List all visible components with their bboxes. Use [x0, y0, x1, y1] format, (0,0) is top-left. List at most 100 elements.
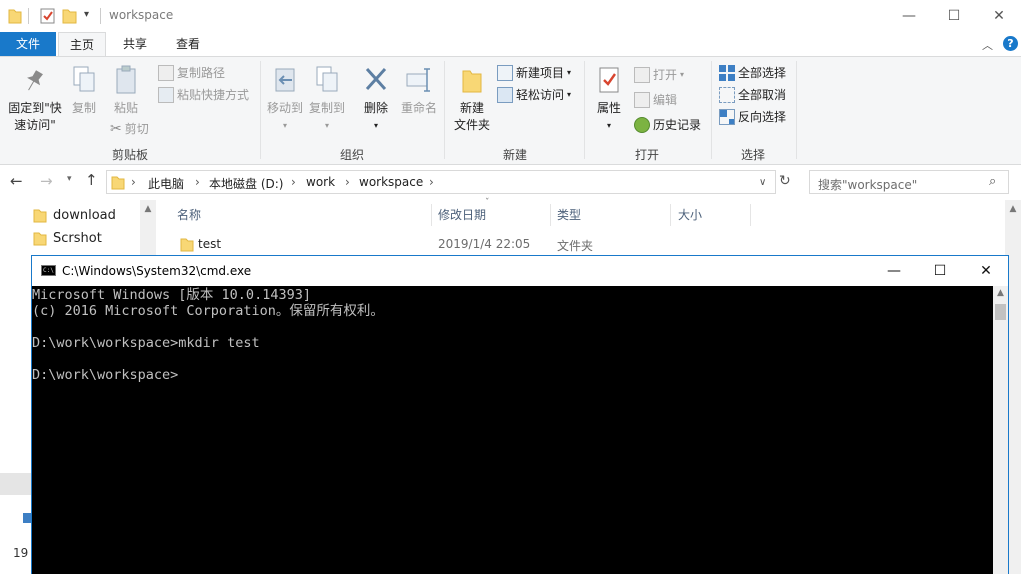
table-row[interactable]: test 2019/1/4 22:05 文件夹 — [177, 234, 777, 254]
console-scrollbar[interactable]: ▲ — [993, 286, 1008, 574]
delete-button[interactable]: 删除 ▾ — [358, 65, 394, 134]
up-arrow-icon[interactable]: ↑ — [85, 171, 98, 189]
nav-selected-row[interactable] — [0, 473, 31, 495]
scroll-up-icon[interactable]: ▲ — [1005, 204, 1021, 214]
properties-button[interactable]: 属性 ▾ — [590, 65, 628, 134]
column-separator[interactable] — [550, 204, 551, 226]
invert-selection-button[interactable]: 反向选择 — [719, 107, 786, 127]
edit-button[interactable]: 编辑 — [634, 90, 677, 110]
pin-label-line2: 速访问" — [14, 118, 56, 132]
nav-item-scrshot[interactable]: Scrshot — [33, 228, 102, 248]
delete-x-icon — [365, 67, 387, 91]
edit-icon — [634, 92, 650, 108]
new-folder-label-line1: 新建 — [459, 101, 484, 115]
new-item-icon — [497, 65, 513, 81]
group-label-organize: 组织 — [339, 148, 364, 162]
breadcrumb-separator-icon[interactable]: › — [345, 175, 350, 189]
help-icon[interactable]: ? — [1003, 36, 1018, 51]
scroll-up-icon[interactable]: ▲ — [140, 204, 156, 214]
address-bar[interactable]: › 此电脑 › 本地磁盘 (D:) › work › workspace › ∨ — [106, 170, 776, 194]
copy-label: 复制 — [71, 101, 96, 115]
breadcrumb-work[interactable]: work — [306, 175, 335, 189]
ribbon-collapse-chevron-icon[interactable]: ︿ — [982, 37, 993, 53]
paste-button[interactable]: 粘贴 — [108, 65, 144, 117]
forward-arrow-icon[interactable]: → — [40, 172, 53, 190]
breadcrumb-separator-icon[interactable]: › — [429, 175, 434, 189]
select-all-button[interactable]: 全部选择 — [719, 63, 786, 83]
cut-button[interactable]: ✂ 剪切 — [110, 119, 149, 139]
breadcrumb-drive-d[interactable]: 本地磁盘 (D:) — [209, 175, 283, 192]
breadcrumb-separator-icon[interactable]: › — [195, 175, 200, 189]
close-button[interactable]: ✕ — [976, 0, 1021, 32]
ribbon-tabs: 文件 主页 共享 查看 ︿ ? — [0, 32, 1021, 57]
cmd-minimize-button[interactable]: — — [871, 256, 917, 286]
edit-label: 编辑 — [653, 93, 678, 107]
scroll-up-icon[interactable]: ▲ — [993, 288, 1008, 298]
qat-customize-icon[interactable]: ▾ — [84, 9, 89, 20]
column-header-modified[interactable]: 修改日期 — [438, 206, 486, 223]
rename-button[interactable]: 重命名 — [398, 65, 440, 117]
breadcrumb-separator-icon[interactable]: › — [291, 175, 296, 189]
recent-locations-chevron-icon[interactable]: ▾ — [67, 174, 72, 184]
open-button[interactable]: 打开 ▾ — [634, 65, 684, 85]
navigation-bar: ← → ▾ ↑ › 此电脑 › 本地磁盘 (D:) › work › works… — [0, 166, 1021, 199]
breadcrumb-this-pc[interactable]: 此电脑 — [148, 175, 184, 192]
column-header-size[interactable]: 大小 — [678, 206, 702, 223]
properties-checkmark-icon[interactable] — [40, 7, 56, 25]
cmd-maximize-button[interactable]: ☐ — [917, 256, 963, 286]
copy-to-dropdown-icon: ▾ — [324, 121, 329, 130]
refresh-icon[interactable]: ↻ — [779, 173, 791, 189]
column-separator[interactable] — [750, 204, 751, 226]
breadcrumb-separator-icon[interactable]: › — [131, 175, 136, 189]
ribbon-home: 固定到"快 速访问" 复制 粘贴 复制路径 粘贴快捷方式 ✂ 剪切 剪贴板 移动… — [0, 56, 1021, 165]
move-to-icon — [275, 68, 295, 92]
properties-icon — [599, 67, 619, 93]
nav-scrollbar[interactable]: ▲ — [140, 200, 156, 260]
invert-selection-label: 反向选择 — [738, 110, 787, 124]
breadcrumb-workspace[interactable]: workspace — [359, 175, 423, 189]
new-folder-button[interactable]: 新建 文件夹 — [450, 65, 494, 134]
rename-icon — [406, 68, 430, 92]
column-header-type[interactable]: 类型 — [557, 206, 581, 223]
new-folder-qat-icon[interactable] — [62, 7, 78, 25]
search-box[interactable]: 搜索"workspace" ⌕ — [809, 170, 1009, 194]
console-line: D:\work\workspace>mkdir test — [32, 335, 260, 351]
tab-share[interactable]: 共享 — [111, 32, 159, 56]
select-none-icon — [719, 87, 735, 103]
search-icon[interactable]: ⌕ — [989, 174, 996, 189]
file-modified: 2019/1/4 22:05 — [438, 237, 531, 251]
pin-icon — [27, 70, 43, 91]
column-separator[interactable] — [431, 204, 432, 226]
move-to-button[interactable]: 移动到 ▾ — [264, 65, 306, 134]
paste-shortcut-icon — [158, 87, 174, 103]
console-line: Microsoft Windows [版本 10.0.14393] — [32, 287, 311, 303]
copy-button[interactable]: 复制 — [68, 65, 100, 117]
nav-item-download[interactable]: download — [33, 205, 116, 225]
address-dropdown-icon[interactable]: ∨ — [759, 177, 766, 188]
copy-path-label: 复制路径 — [177, 66, 226, 80]
history-button[interactable]: 历史记录 — [634, 115, 701, 135]
maximize-button[interactable]: ☐ — [931, 0, 977, 32]
scissors-icon: ✂ — [110, 121, 122, 137]
paste-shortcut-button[interactable]: 粘贴快捷方式 — [158, 85, 249, 105]
pin-quick-access-button[interactable]: 固定到"快 速访问" — [4, 65, 66, 134]
tab-home[interactable]: 主页 — [58, 32, 106, 57]
minimize-button[interactable]: — — [886, 0, 932, 32]
cmd-close-button[interactable]: ✕ — [963, 256, 1009, 286]
copy-icon — [73, 66, 95, 92]
new-item-button[interactable]: 新建项目 ▾ — [497, 63, 571, 83]
copy-path-button[interactable]: 复制路径 — [158, 63, 225, 83]
column-separator[interactable] — [670, 204, 671, 226]
scrollbar-thumb[interactable] — [995, 304, 1006, 320]
back-arrow-icon[interactable]: ← — [10, 172, 23, 190]
tab-view[interactable]: 查看 — [164, 32, 212, 56]
column-header-name[interactable]: 名称 — [177, 206, 201, 223]
cmd-app-icon[interactable]: C:\ — [41, 265, 56, 276]
cmd-titlebar[interactable]: C:\ C:\Windows\System32\cmd.exe — ☐ ✕ — [32, 256, 1008, 286]
easy-access-button[interactable]: 轻松访问 ▾ — [497, 85, 571, 105]
group-separator — [584, 61, 585, 159]
tab-file[interactable]: 文件 — [0, 32, 56, 56]
copy-to-button[interactable]: 复制到 ▾ — [306, 65, 348, 134]
select-none-button[interactable]: 全部取消 — [719, 85, 786, 105]
console-output[interactable]: Microsoft Windows [版本 10.0.14393] (c) 20… — [32, 286, 993, 574]
